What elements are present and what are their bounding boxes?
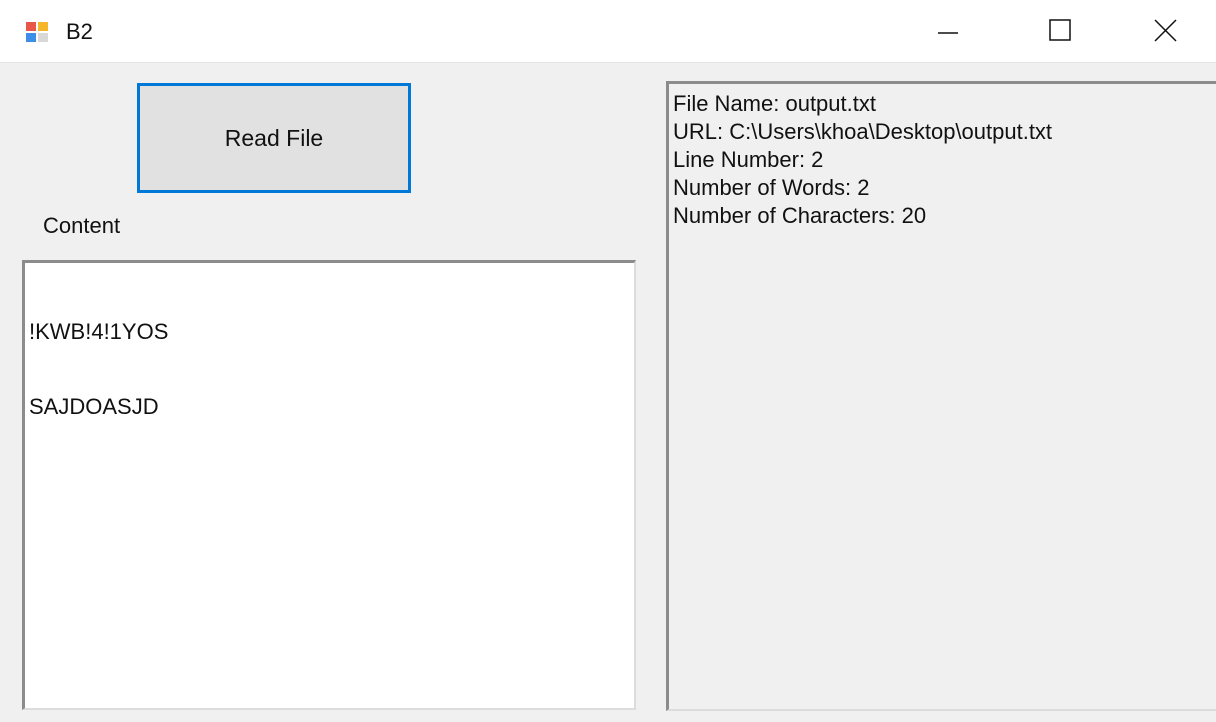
window-title: B2 — [66, 19, 93, 44]
file-info-textbox[interactable]: File Name: output.txt URL: C:\Users\khoa… — [666, 81, 1216, 711]
title-bar[interactable]: B2 — [0, 0, 1216, 63]
minimize-icon — [938, 32, 958, 34]
close-icon — [1154, 19, 1177, 42]
url-line: URL: C:\Users\khoa\Desktop\output.txt — [673, 119, 1053, 144]
content-line: SAJDOASJD — [29, 394, 159, 419]
minimize-button[interactable] — [918, 0, 978, 62]
form-client-area: Read File Content !KWB!4!1YOS SAJDOASJD … — [0, 63, 1216, 722]
file-name-line: File Name: output.txt — [673, 91, 876, 116]
content-line: !KWB!4!1YOS — [29, 319, 169, 344]
close-button[interactable] — [1136, 0, 1196, 62]
content-textbox[interactable]: !KWB!4!1YOS SAJDOASJD — [22, 260, 636, 710]
maximize-button[interactable] — [1031, 0, 1091, 62]
char-count-line: Number of Characters: 20 — [673, 203, 927, 228]
maximize-icon — [1049, 19, 1071, 41]
read-file-button[interactable]: Read File — [137, 83, 411, 193]
line-number-line: Line Number: 2 — [673, 147, 824, 172]
word-count-line: Number of Words: 2 — [673, 175, 870, 200]
app-icon — [26, 22, 48, 42]
content-label: Content — [43, 213, 121, 238]
